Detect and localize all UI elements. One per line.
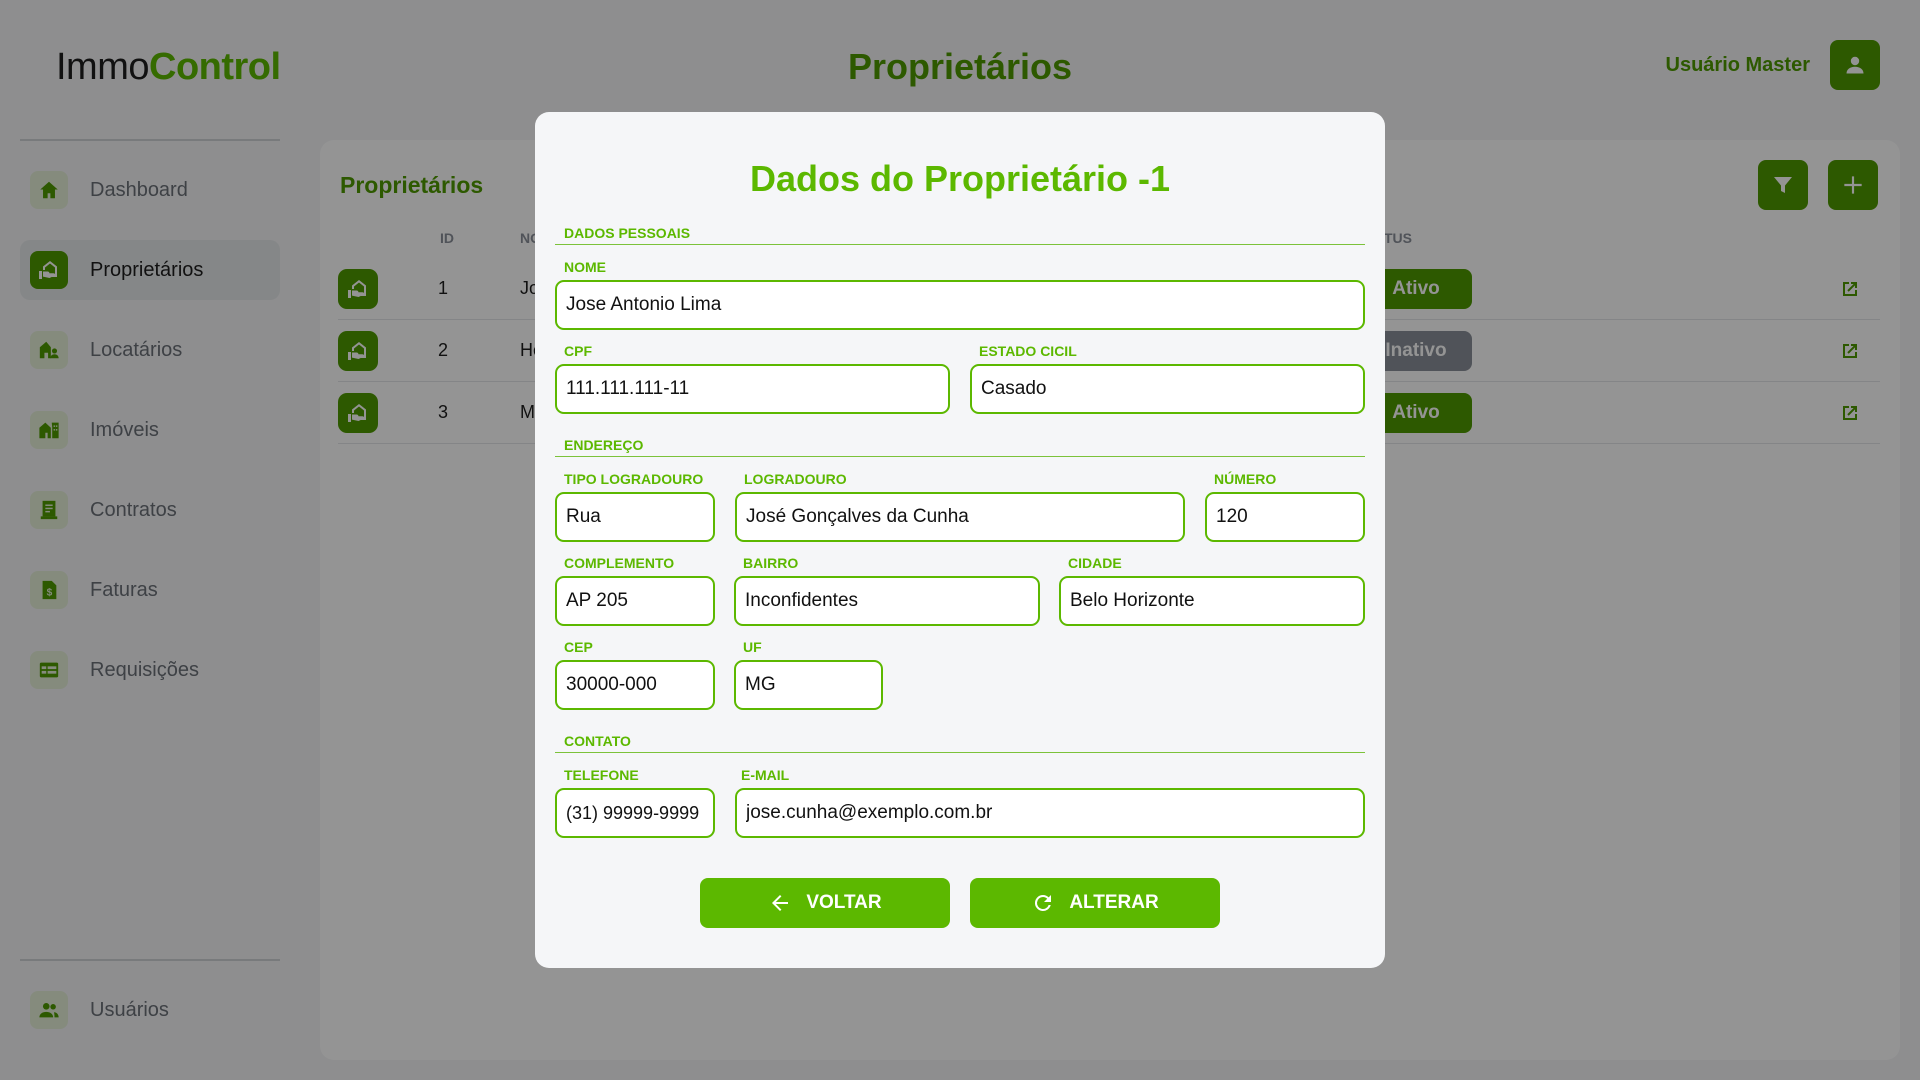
nome-label: NOME xyxy=(564,259,606,275)
refresh-icon xyxy=(1035,895,1052,911)
section-personal-data: DADOS PESSOAIS xyxy=(555,225,1365,245)
tipo-logradouro-field[interactable] xyxy=(555,492,715,542)
email-label: E-MAIL xyxy=(741,767,790,783)
update-button[interactable]: ALTERAR xyxy=(970,878,1220,928)
arrow-left-icon xyxy=(772,895,789,911)
estado-civil-field[interactable] xyxy=(970,364,1365,414)
complemento-label: COMPLEMENTO xyxy=(564,555,675,571)
update-button-label: ALTERAR xyxy=(1069,892,1159,913)
telefone-label: TELEFONE xyxy=(564,767,639,783)
section-contact: CONTATO xyxy=(555,733,1365,753)
cidade-label: CIDADE xyxy=(1068,555,1122,571)
estado-civil-label: ESTADO CICIL xyxy=(979,343,1077,359)
section-address: ENDEREÇO xyxy=(555,437,1365,457)
modal-title: Dados do Proprietário -1 xyxy=(749,158,1171,199)
cpf-field[interactable] xyxy=(555,364,950,414)
cep-field[interactable] xyxy=(555,660,715,710)
back-button[interactable]: VOLTAR xyxy=(700,878,950,928)
uf-label: UF xyxy=(743,639,762,655)
cpf-label: CPF xyxy=(564,343,592,359)
tipo-logradouro-label: TIPO LOGRADOURO xyxy=(564,471,704,487)
owner-details-modal: Dados do Proprietário -1 DADOS PESSOAIS … xyxy=(535,112,1385,968)
numero-label: NÚMERO xyxy=(1214,471,1277,487)
email-field[interactable] xyxy=(735,788,1365,838)
back-button-label: VOLTAR xyxy=(806,892,882,913)
nome-field[interactable] xyxy=(555,280,1365,330)
telefone-field[interactable] xyxy=(555,788,715,838)
bairro-label: BAIRRO xyxy=(743,555,799,571)
logradouro-field[interactable] xyxy=(735,492,1185,542)
complemento-field[interactable] xyxy=(555,576,715,626)
logradouro-label: LOGRADOURO xyxy=(744,471,847,487)
numero-field[interactable] xyxy=(1205,492,1365,542)
cep-label: CEP xyxy=(564,639,593,655)
bairro-field[interactable] xyxy=(734,576,1040,626)
uf-field[interactable] xyxy=(734,660,883,710)
cidade-field[interactable] xyxy=(1059,576,1365,626)
